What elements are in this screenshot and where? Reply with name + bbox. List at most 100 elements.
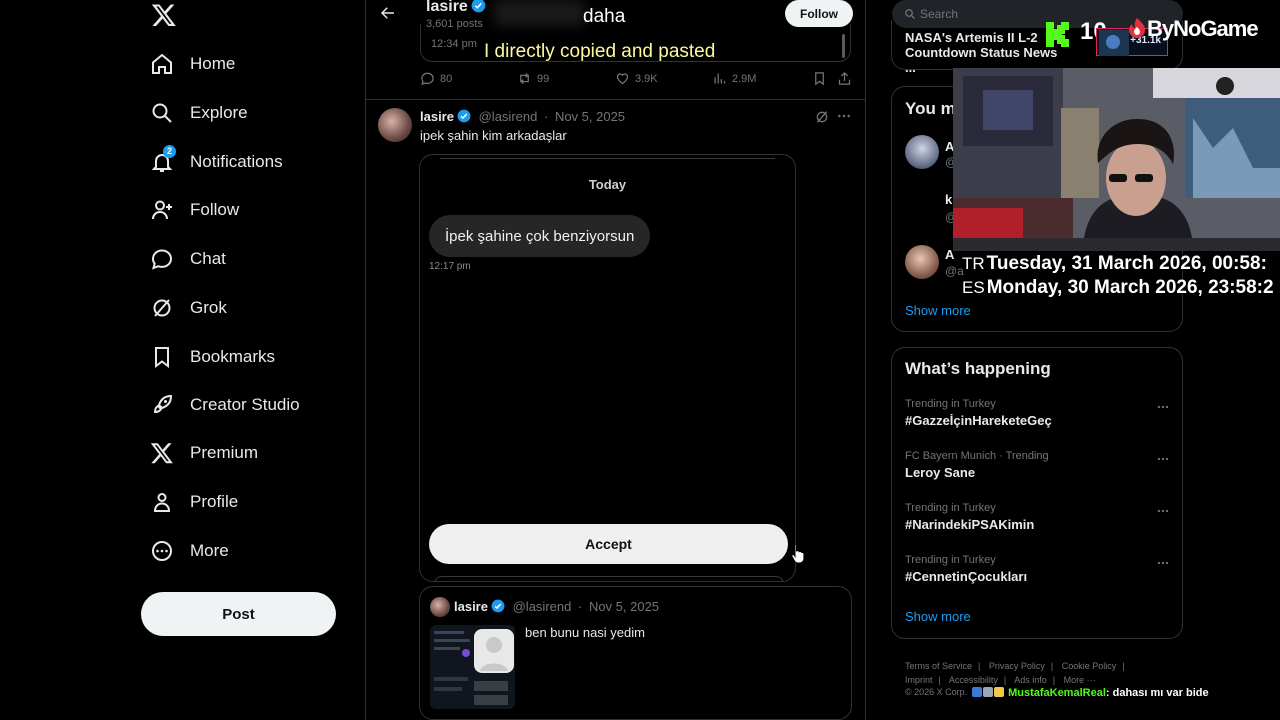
nav-item-label: Home: [190, 54, 236, 73]
nav-item-label: Chat: [190, 249, 226, 268]
grok-icon: [150, 296, 174, 320]
bookmark-button[interactable]: [812, 71, 832, 86]
show-more-link[interactable]: Show more: [905, 303, 971, 318]
scrollbar[interactable]: [842, 34, 845, 58]
back-arrow-icon[interactable]: [379, 4, 397, 22]
post-button[interactable]: Post: [141, 592, 336, 636]
nav-item-follow[interactable]: Follow: [150, 190, 239, 230]
divider: [440, 158, 775, 159]
grok-icon[interactable]: [814, 109, 830, 125]
clock-es-tag: ES: [962, 278, 985, 297]
repost-icon: [520, 73, 529, 84]
clock-tr-tag: TR: [962, 254, 985, 273]
add-user-icon: [150, 198, 174, 222]
trend-topic: #GazzeİçinHareketeGeç: [905, 413, 1052, 428]
stream-chat-message: MustafaKemalReal: dahası mı var bide: [972, 687, 1209, 699]
chat-text: : dahası mı var bide: [1105, 687, 1209, 699]
nav-item-label: Bookmarks: [190, 347, 276, 366]
chat-message-time: 12:17 pm: [429, 261, 471, 272]
repost-button[interactable]: 99: [517, 71, 549, 86]
nav-item-bookmarks[interactable]: Bookmarks: [150, 337, 275, 377]
search-icon: [150, 101, 174, 125]
more-options-icon: [1157, 457, 1169, 461]
sponsor-logo: ByNoGame: [1127, 16, 1259, 42]
share-button[interactable]: [837, 71, 857, 86]
footer-link[interactable]: Ads info: [1014, 675, 1047, 685]
quoted-author-name: lasire: [454, 599, 488, 614]
more-options-icon: [1157, 561, 1169, 565]
mouse-cursor-icon: [790, 542, 806, 564]
avatar[interactable]: [905, 245, 939, 279]
verified-icon: [457, 109, 472, 124]
nav-item-chat[interactable]: Chat: [150, 239, 226, 279]
search-icon: [905, 9, 915, 19]
nav-item-notifications[interactable]: 2 Notifications: [150, 142, 283, 182]
nav-item-creator-studio[interactable]: Creator Studio: [150, 385, 300, 425]
nav-item-grok[interactable]: Grok: [150, 288, 227, 328]
chat-badge-icon: [972, 687, 982, 697]
reply-icon: [421, 72, 434, 86]
quoted-post-text: ben bunu nasi yedim: [525, 625, 645, 640]
trend-item[interactable]: FC Bayern Munich · Trending Leroy Sane: [905, 450, 1170, 490]
reply-button[interactable]: 80: [420, 71, 452, 86]
trend-item[interactable]: Trending in Turkey #CennetinÇocukları: [905, 554, 1170, 594]
reply-count: 80: [440, 72, 453, 85]
accept-button[interactable]: Accept: [429, 524, 788, 564]
profile-name: lasire: [426, 0, 486, 16]
nav-item-label: Creator Studio: [190, 395, 300, 414]
trend-topic: #NarindekiPSAKimin: [905, 517, 1035, 532]
search-placeholder: Search: [920, 7, 959, 21]
chat-day-label: Today: [588, 177, 627, 192]
post-text: ipek şahin kim arkadaşlar: [420, 128, 567, 143]
x-logo-icon[interactable]: [151, 2, 177, 28]
show-more-link[interactable]: Show more: [905, 609, 971, 624]
nav-item-label: Follow: [190, 200, 240, 219]
panel-title: You m: [905, 99, 956, 118]
nav-item-home[interactable]: Home: [150, 44, 235, 84]
nav-item-explore[interactable]: Explore: [150, 93, 248, 133]
nav-item-label: More: [190, 541, 229, 560]
suggested-user-name[interactable]: k: [945, 192, 952, 207]
quoted-post-card[interactable]: lasire @lasirend · Nov 5, 2025 ben bunu …: [419, 586, 852, 720]
views-button[interactable]: 2.9M: [712, 71, 756, 86]
subtitle-caption: daha: [583, 6, 626, 27]
separator: ·: [577, 599, 583, 614]
post-author-name[interactable]: lasire: [420, 109, 454, 124]
clock-es-text: Monday, 30 March 2026, 23:58:2: [986, 277, 1274, 298]
nav-item-premium[interactable]: Premium: [150, 433, 258, 473]
verified-icon: [471, 0, 486, 13]
nav-item-more[interactable]: More: [150, 531, 229, 571]
more-options-icon[interactable]: [836, 108, 852, 124]
chat-badge-icon: [994, 687, 1004, 697]
like-button[interactable]: 3.9K: [615, 71, 658, 86]
panel-title: What’s happening: [905, 359, 1051, 378]
sponsor-name: ByNoGame: [1147, 16, 1259, 41]
verified-icon: [491, 599, 506, 614]
more-circle-icon: [150, 539, 174, 563]
home-icon: [150, 52, 174, 76]
main-timeline: lasire 3,601 posts Follow 12:34 pm 80 99…: [365, 0, 866, 720]
chat-icon: [150, 247, 174, 271]
post-date[interactable]: Nov 5, 2025: [555, 109, 625, 124]
nav-item-label: Profile: [190, 492, 239, 511]
quoted-post-date: Nov 5, 2025: [588, 599, 660, 614]
avatar[interactable]: [378, 108, 412, 142]
quoted-post-header: lasire @lasirend · Nov 5, 2025: [454, 599, 659, 614]
quoted-post-time: 12:34 pm: [431, 38, 477, 50]
trend-item[interactable]: Trending in Turkey #GazzeİçinHareketeGeç: [905, 398, 1170, 438]
heart-icon: [616, 73, 629, 85]
nav-item-profile[interactable]: Profile: [150, 482, 238, 522]
more-options-icon: [1157, 509, 1169, 513]
avatar[interactable]: [905, 135, 939, 169]
trend-item[interactable]: Trending in Turkey #NarindekiPSAKimin: [905, 502, 1170, 542]
quoted-media-thumbnail[interactable]: [430, 625, 515, 709]
more-options-icon: [1157, 405, 1169, 409]
divider: [366, 99, 865, 100]
post-author-handle[interactable]: @lasirend: [479, 109, 538, 124]
trend-context: FC Bayern Munich · Trending: [905, 450, 1049, 462]
follow-button[interactable]: Follow: [785, 0, 853, 27]
post-media-screenshot[interactable]: Today İpek şahine çok benziyorsun 12:17 …: [419, 154, 796, 582]
share-icon: [838, 71, 851, 85]
footer-link[interactable]: More ···: [1064, 675, 1096, 685]
left-navigation: Home Explore 2 Notifications Follow Chat…: [140, 0, 360, 720]
